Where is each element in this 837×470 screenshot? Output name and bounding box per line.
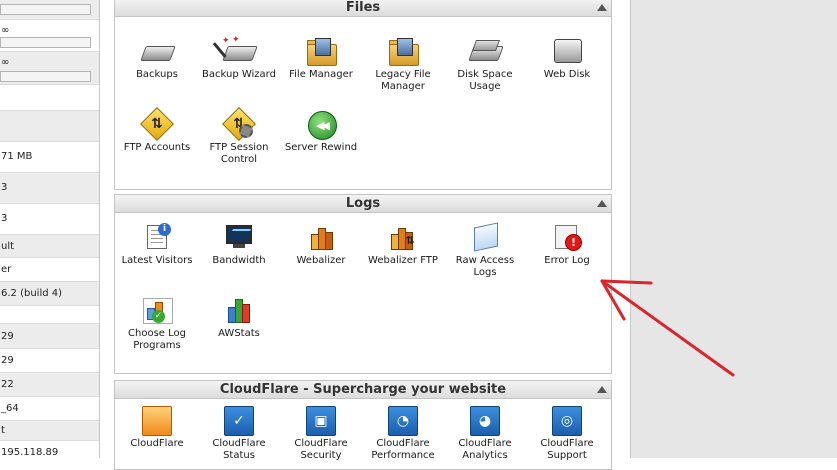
annotation-arrow bbox=[600, 279, 735, 377]
